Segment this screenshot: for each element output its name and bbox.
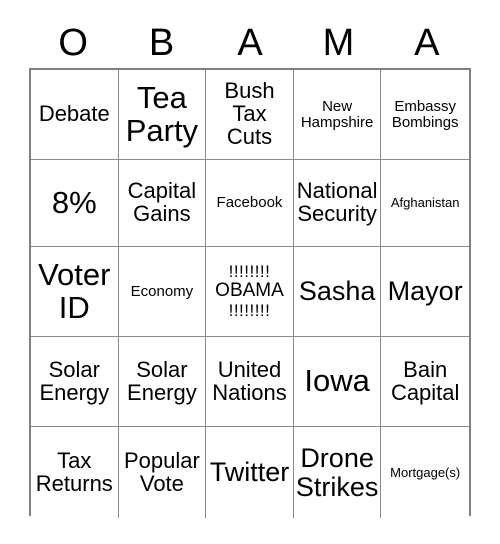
bingo-cell-label: Solar Energy bbox=[127, 356, 197, 405]
bingo-cell-label: Solar Energy bbox=[39, 356, 110, 405]
bingo-cell-label: National Security bbox=[296, 178, 378, 226]
bingo-cell[interactable]: Bush Tax Cuts bbox=[206, 70, 294, 160]
bingo-cell[interactable]: Tea Party bbox=[118, 70, 207, 160]
bingo-card: O B A M A Debate Tea Party Bush Tax Cuts Ne… bbox=[0, 0, 500, 544]
bingo-cell[interactable]: Debate bbox=[31, 70, 119, 160]
bingo-cell[interactable]: Solar Energy bbox=[118, 337, 207, 427]
bingo-cell-label: Tea Party bbox=[125, 80, 199, 148]
bingo-cell-label: New Hampshire bbox=[300, 97, 374, 131]
header-letter-3: A bbox=[237, 22, 263, 64]
bingo-cell[interactable]: Economy bbox=[118, 247, 207, 337]
bingo-cell-label: Drone Strikes bbox=[295, 443, 379, 502]
bingo-cell-label: Afghanistan bbox=[390, 195, 460, 211]
bingo-cell-label: Bush Tax Cuts bbox=[224, 78, 275, 149]
bingo-cell-label: Embassy Bombings bbox=[391, 97, 459, 131]
bingo-cell-label: 8% bbox=[51, 184, 97, 220]
bingo-cell[interactable]: 8% bbox=[31, 160, 119, 247]
bingo-cell[interactable]: Popular Vote bbox=[118, 427, 207, 518]
bingo-cell[interactable]: Tax Returns bbox=[31, 427, 119, 518]
bingo-cell[interactable]: Twitter bbox=[206, 427, 294, 518]
bingo-header-row: O B A M A bbox=[29, 18, 471, 68]
bingo-cell[interactable]: Facebook bbox=[206, 160, 294, 247]
bingo-cell[interactable]: Mortgage(s) bbox=[381, 427, 469, 518]
free-space-bottom-marks: !!!!!!!! bbox=[228, 300, 271, 320]
bingo-cell[interactable]: Sasha bbox=[293, 247, 382, 337]
header-letter-1: O bbox=[58, 22, 88, 64]
bingo-cell[interactable]: Voter ID bbox=[31, 247, 119, 337]
bingo-cell-label: Voter ID bbox=[38, 257, 111, 325]
bingo-cell-label: Mayor bbox=[387, 276, 463, 307]
bingo-cell-label: Tax Returns bbox=[35, 447, 113, 496]
bingo-cell[interactable]: New Hampshire bbox=[293, 70, 382, 160]
header-letter-4: M bbox=[322, 22, 355, 64]
free-space-word: OBAMA bbox=[215, 280, 284, 302]
bingo-cell-free-space[interactable]: !!!!!!!! OBAMA!!!!!!!! bbox=[206, 247, 294, 337]
free-space-top-marks: !!!!!!!! bbox=[228, 262, 271, 282]
bingo-cell[interactable]: Iowa bbox=[293, 337, 382, 427]
bingo-cell-label: Bain Capital bbox=[390, 356, 460, 405]
bingo-cell[interactable]: Embassy Bombings bbox=[381, 70, 469, 160]
bingo-cell[interactable]: Solar Energy bbox=[31, 337, 119, 427]
bingo-cell-label: Mortgage(s) bbox=[390, 464, 461, 480]
bingo-cell-label: Twitter bbox=[209, 457, 290, 488]
bingo-grid: Debate Tea Party Bush Tax Cuts New Hampshir… bbox=[29, 68, 471, 518]
bingo-cell-label: Iowa bbox=[304, 363, 370, 399]
header-letter-2: B bbox=[148, 22, 175, 64]
bingo-cell[interactable]: Mayor bbox=[381, 247, 469, 337]
bingo-cell[interactable]: United Nations bbox=[206, 337, 294, 427]
bingo-cell[interactable]: Drone Strikes bbox=[293, 427, 382, 518]
bingo-cell[interactable]: National Security bbox=[293, 160, 382, 247]
bingo-cell-label: Popular Vote bbox=[123, 447, 200, 496]
bingo-cell-label: Economy bbox=[130, 282, 194, 300]
bingo-cell[interactable]: Bain Capital bbox=[381, 337, 469, 427]
bingo-cell-label: United Nations bbox=[212, 356, 287, 405]
bingo-cell-label: Facebook bbox=[216, 194, 283, 212]
header-letter-5: A bbox=[414, 22, 440, 64]
bingo-cell[interactable]: Capital Gains bbox=[118, 160, 207, 247]
bingo-cell-label: Sasha bbox=[298, 276, 376, 307]
bingo-cell-label: Capital Gains bbox=[127, 178, 197, 226]
bingo-cell[interactable]: Afghanistan bbox=[381, 160, 469, 247]
bingo-cell-label: Debate bbox=[38, 101, 110, 127]
